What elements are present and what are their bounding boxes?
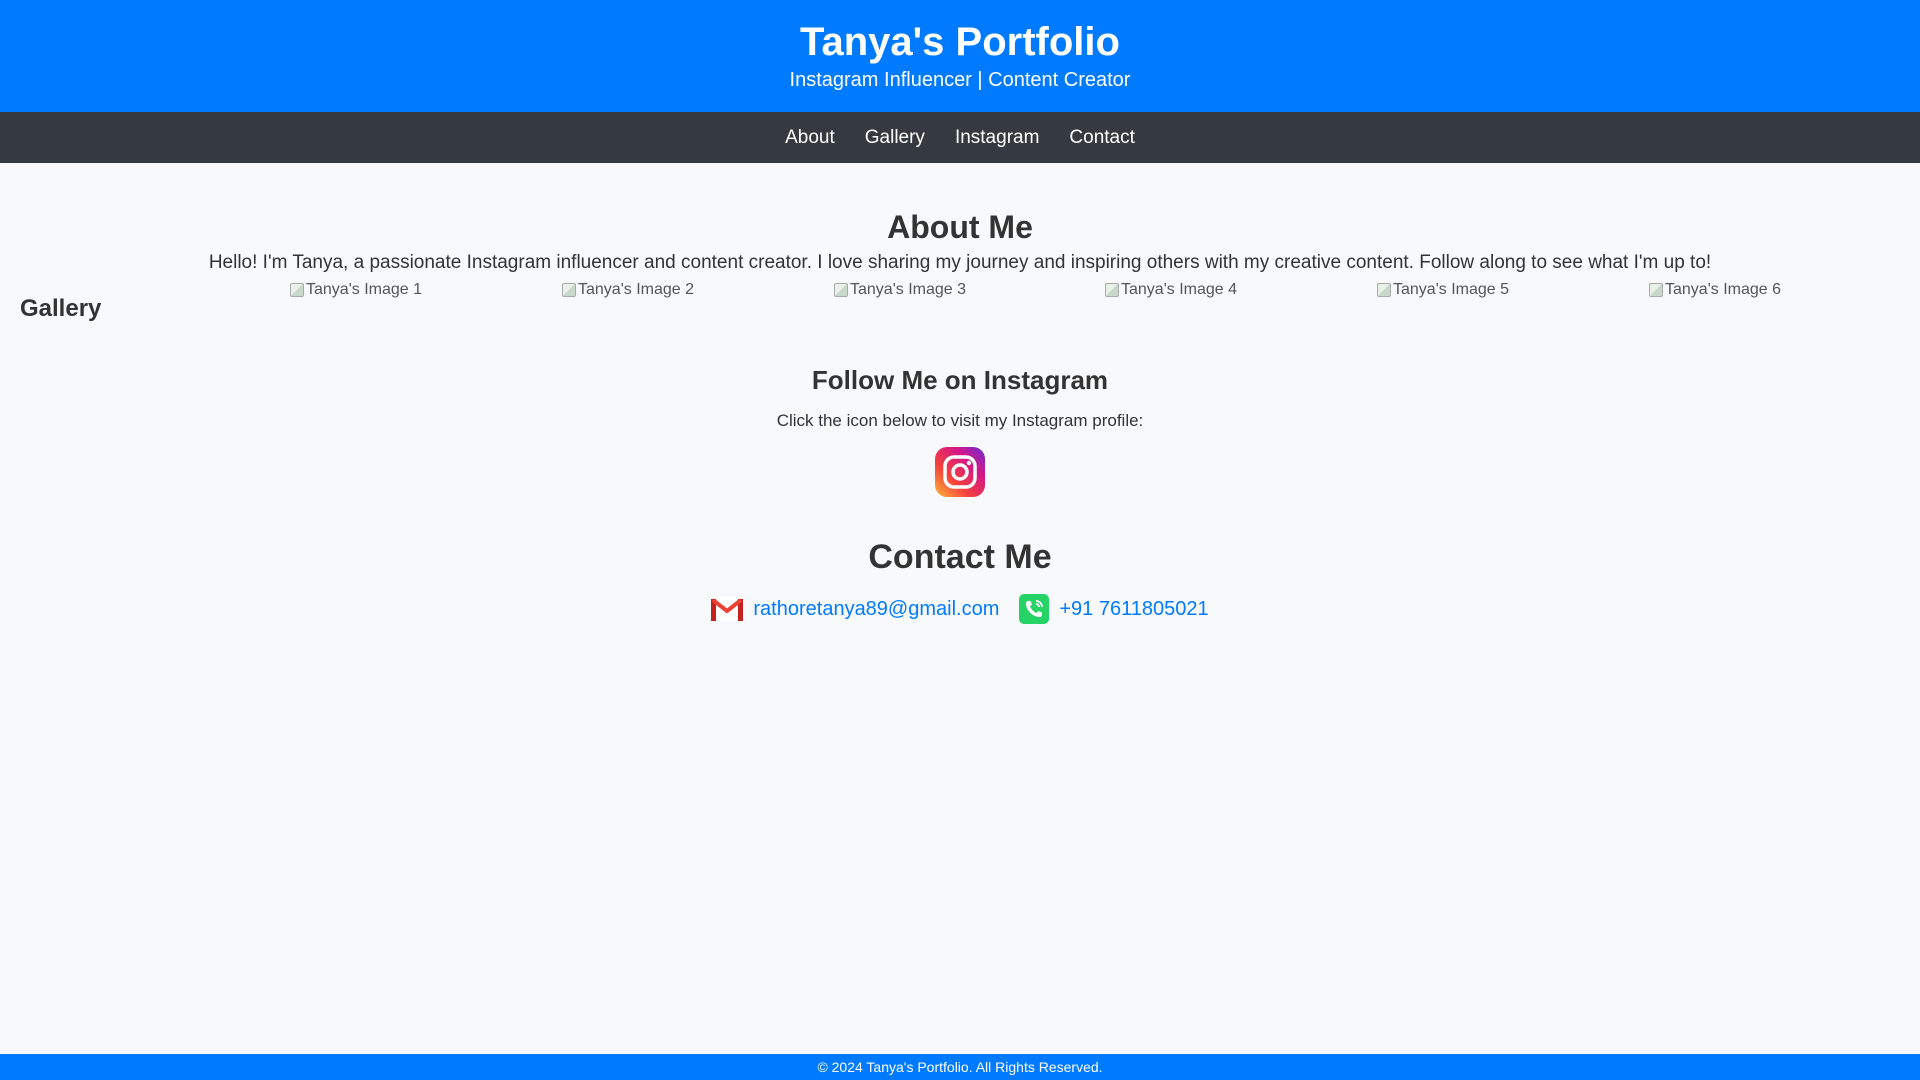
gallery-image-5[interactable]: Tanya's Image 5 (1377, 281, 1509, 299)
gallery-image-alt: Tanya's Image 6 (1665, 281, 1782, 298)
gallery-image-6[interactable]: Tanya's Image 6 (1649, 281, 1781, 299)
nav-link-about[interactable]: About (785, 127, 835, 149)
main-nav: About Gallery Instagram Contact (0, 112, 1920, 163)
instagram-section: Follow Me on Instagram Click the icon be… (0, 365, 1920, 502)
gallery-image-4[interactable]: Tanya's Image 4 (1105, 281, 1237, 299)
phone-link[interactable]: +91 7611805021 (1019, 594, 1209, 624)
nav-link-instagram[interactable]: Instagram (955, 127, 1039, 149)
broken-image-icon (1377, 283, 1391, 297)
gallery-image-alt: Tanya's Image 3 (850, 281, 967, 298)
broken-image-icon (562, 283, 576, 297)
gallery-image-alt: Tanya's Image 2 (578, 281, 695, 298)
contact-heading: Contact Me (868, 538, 1052, 576)
about-section: About Me Hello! I'm Tanya, a passionate … (0, 209, 1920, 275)
gallery-image-1[interactable]: Tanya's Image 1 (290, 281, 422, 299)
phone-text: +91 7611805021 (1059, 597, 1209, 620)
email-text: rathoretanya89@gmail.com (753, 597, 1000, 620)
gallery-image-alt: Tanya's Image 4 (1121, 281, 1238, 298)
contact-links: rathoretanya89@gmail.com +91 7611805021 (0, 594, 1920, 624)
email-link[interactable]: rathoretanya89@gmail.com (711, 597, 999, 621)
gallery-heading: Gallery (20, 295, 102, 322)
phone-icon (1019, 594, 1050, 624)
broken-image-icon (834, 283, 848, 297)
nav-link-contact[interactable]: Contact (1069, 127, 1134, 149)
gmail-icon (711, 597, 744, 621)
gallery-section: Gallery Tanya's Image 1 Tanya's Image 2 … (0, 275, 1920, 355)
gallery-image-2[interactable]: Tanya's Image 2 (562, 281, 694, 299)
instagram-heading: Follow Me on Instagram (811, 365, 1109, 395)
broken-image-icon (1649, 283, 1663, 297)
site-title: Tanya's Portfolio (800, 20, 1120, 64)
about-text: Hello! I'm Tanya, a passionate Instagram… (208, 252, 1712, 273)
gallery-image-3[interactable]: Tanya's Image 3 (834, 281, 966, 299)
contact-section: Contact Me rathoretanya89@gmail.com +91 … (0, 538, 1920, 624)
nav-link-gallery[interactable]: Gallery (865, 127, 925, 149)
gallery-image-alt: Tanya's Image 1 (306, 281, 423, 298)
gallery-image-alt: Tanya's Image 5 (1393, 281, 1510, 298)
about-heading: About Me (887, 209, 1033, 245)
site-header: Tanya's Portfolio Instagram Influencer |… (0, 0, 1920, 112)
instagram-text: Click the icon below to visit my Instagr… (776, 411, 1144, 430)
site-subtitle: Instagram Influencer | Content Creator (789, 69, 1131, 91)
instagram-icon[interactable] (935, 447, 985, 497)
site-footer: © 2024 Tanya's Portfolio. All Rights Res… (0, 1054, 1920, 1080)
broken-image-icon (1105, 283, 1119, 297)
broken-image-icon (290, 283, 304, 297)
footer-text: © 2024 Tanya's Portfolio. All Rights Res… (817, 1059, 1103, 1075)
